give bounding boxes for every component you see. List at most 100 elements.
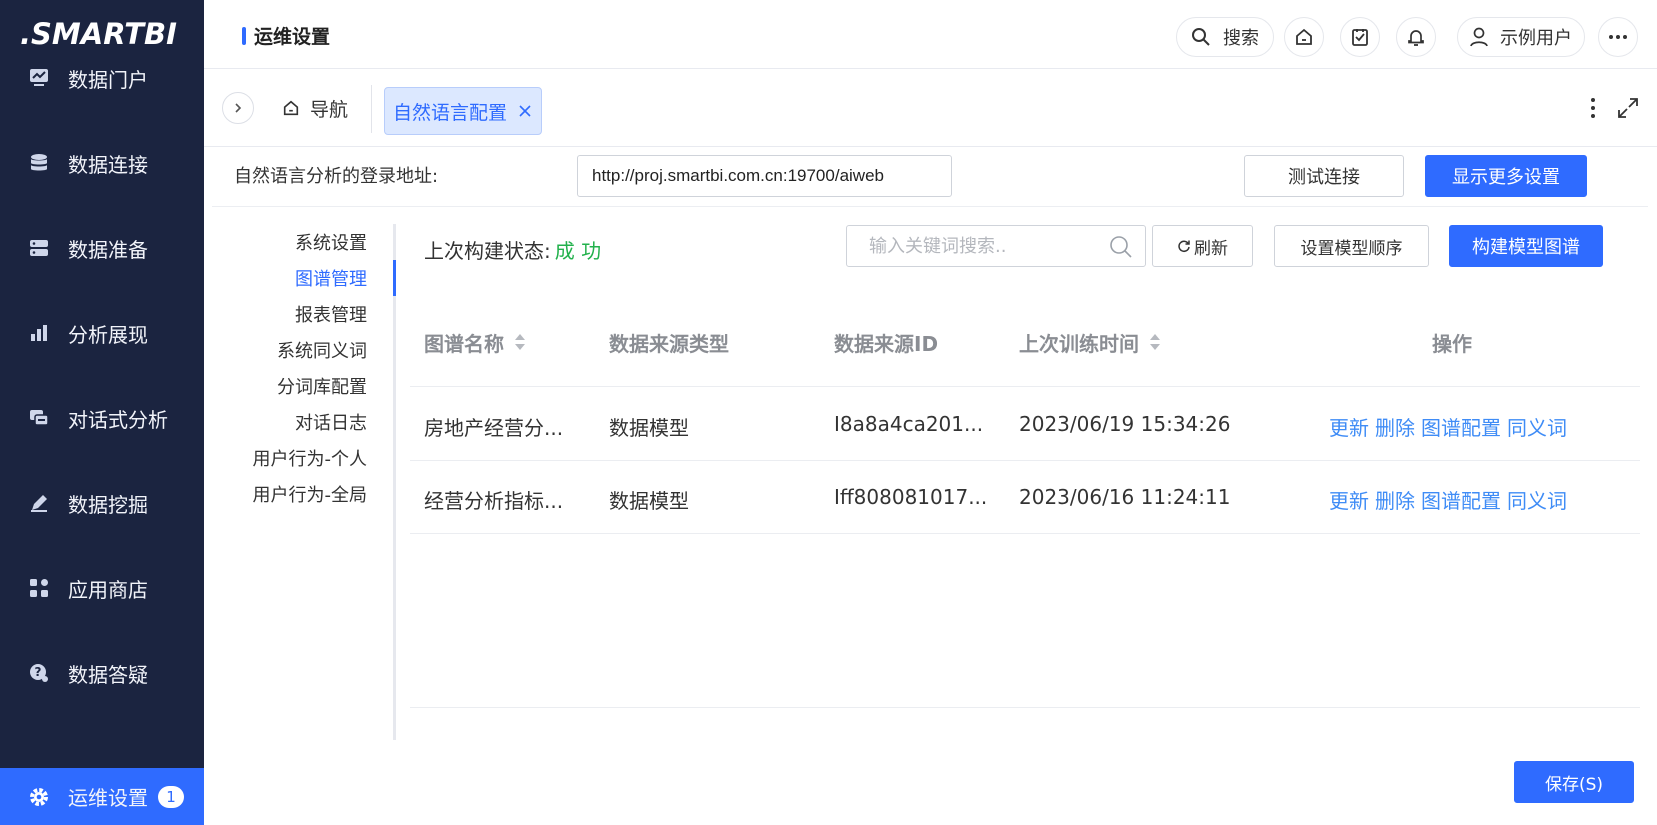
sort-icon[interactable]	[514, 333, 526, 351]
table-row-divider	[410, 460, 1640, 461]
cell-graph-name: 经营分析指标...	[424, 489, 564, 513]
home-icon	[282, 99, 300, 117]
keyword-search-input[interactable]	[869, 235, 1099, 257]
page-title: 运维设置	[242, 22, 330, 49]
top-header: 运维设置 搜索 示例用户	[204, 0, 1657, 69]
submenu-divider	[393, 224, 396, 740]
save-button[interactable]: 保存(S)	[1514, 761, 1634, 803]
delete-link[interactable]: 删除	[1375, 416, 1415, 440]
cell-last-train-time: 2023/06/16 11:24:11	[1019, 485, 1231, 509]
submenu-item-system-settings[interactable]: 系统设置	[295, 229, 367, 255]
sidebar-toggle-button[interactable]	[222, 92, 254, 124]
show-more-settings-button[interactable]: 显示更多设置	[1425, 155, 1587, 197]
col-header-source-id: 数据来源ID	[834, 331, 939, 356]
portal-chart-icon	[28, 67, 50, 89]
server-icon	[28, 237, 50, 259]
bar-chart-icon	[28, 322, 50, 344]
expand-icon	[1616, 96, 1640, 120]
refresh-button[interactable]: 刷新	[1152, 225, 1253, 267]
col-header-graph-name[interactable]: 图谱名称	[424, 302, 526, 382]
home-button[interactable]	[1284, 17, 1324, 57]
pen-icon	[28, 492, 50, 514]
submenu-item-system-synonyms[interactable]: 系统同义词	[277, 337, 367, 363]
sidebar-item-data-mining[interactable]: 数据挖掘	[0, 473, 204, 533]
cell-source-id: I8a8a4ca201...	[834, 412, 984, 436]
delete-link[interactable]: 删除	[1375, 489, 1415, 513]
build-model-graph-button[interactable]: 构建模型图谱	[1449, 225, 1603, 267]
sidebar-item-data-connection[interactable]: 数据连接	[0, 133, 204, 193]
sidebar-item-conversational[interactable]: 对话式分析	[0, 388, 204, 448]
submenu-item-dictionary-config[interactable]: 分词库配置	[277, 373, 367, 399]
update-link[interactable]: 更新	[1329, 489, 1369, 513]
notifications-button[interactable]	[1396, 17, 1436, 57]
table-row-divider	[410, 533, 1640, 534]
col-header-last-train-time[interactable]: 上次训练时间	[1019, 302, 1161, 382]
sidebar-item-app-store[interactable]: 应用商店	[0, 558, 204, 618]
row-actions: 更新 删除 图谱配置 同义词	[1329, 412, 1573, 441]
user-menu[interactable]: 示例用户	[1457, 17, 1585, 57]
tab-bar: 导航 自然语言配置	[204, 69, 1657, 147]
login-address-input[interactable]	[577, 155, 952, 197]
tab-more-button[interactable]	[1583, 93, 1603, 123]
col-header-source-type: 数据来源类型	[609, 331, 729, 356]
table-header-divider	[410, 386, 1640, 387]
table-bottom-divider	[410, 707, 1640, 708]
section-divider	[212, 206, 1648, 207]
tab-divider	[371, 85, 372, 133]
set-model-order-button[interactable]: 设置模型顺序	[1274, 225, 1429, 267]
keyword-search-box[interactable]	[846, 225, 1146, 267]
sort-icon[interactable]	[1149, 333, 1161, 351]
refresh-icon	[1177, 239, 1191, 253]
tasks-button[interactable]	[1340, 17, 1380, 57]
cell-graph-name: 房地产经营分...	[424, 416, 564, 440]
submenu-item-user-behavior-global[interactable]: 用户行为-全局	[253, 481, 368, 507]
sidebar-item-ops-settings[interactable]: 运维设置 1	[0, 768, 204, 825]
sidebar-item-data-qa[interactable]: ? 数据答疑	[0, 643, 204, 703]
synonyms-link[interactable]: 同义词	[1507, 489, 1567, 513]
question-icon: ?	[28, 662, 50, 684]
bell-icon	[1406, 27, 1426, 47]
sidebar-item-data-portal[interactable]: 数据门户	[0, 48, 204, 108]
row-actions: 更新 删除 图谱配置 同义词	[1329, 485, 1573, 514]
cell-source-type: 数据模型	[609, 416, 689, 440]
submenu-active-indicator	[393, 260, 396, 296]
apps-grid-icon	[28, 577, 50, 599]
database-icon	[28, 152, 50, 174]
tab-nl-config[interactable]: 自然语言配置	[384, 87, 542, 135]
more-vertical-icon	[1590, 97, 1596, 119]
test-connection-button[interactable]: 测试连接	[1244, 155, 1404, 197]
fullscreen-button[interactable]	[1616, 96, 1640, 120]
cell-source-type: 数据模型	[609, 489, 689, 513]
submenu-item-report-management[interactable]: 报表管理	[295, 301, 367, 327]
login-address-label: 自然语言分析的登录地址:	[234, 166, 439, 187]
submenu-item-user-behavior-personal[interactable]: 用户行为-个人	[253, 445, 368, 471]
tab-navigation[interactable]: 导航	[282, 90, 348, 126]
sidebar: .SMARTBI 数据门户 数据连接 数据准备 分析展现 对话式分析 数据挖掘	[0, 0, 204, 825]
home-icon	[1294, 27, 1314, 47]
update-link[interactable]: 更新	[1329, 416, 1369, 440]
chevron-right-icon	[233, 102, 243, 114]
task-check-icon	[1350, 27, 1370, 47]
header-search-button[interactable]: 搜索	[1176, 17, 1274, 57]
synonyms-link[interactable]: 同义词	[1507, 416, 1567, 440]
cell-source-id: Iff808081017...	[834, 485, 988, 509]
graph-config-link[interactable]: 图谱配置	[1421, 416, 1501, 440]
user-avatar-icon	[1468, 26, 1490, 48]
submenu-item-dialog-log[interactable]: 对话日志	[295, 409, 367, 435]
search-icon	[1191, 27, 1211, 47]
sidebar-item-analysis[interactable]: 分析展现	[0, 303, 204, 363]
submenu-item-graph-management[interactable]: 图谱管理	[295, 265, 367, 291]
gear-icon	[28, 786, 50, 808]
sidebar-item-data-prep[interactable]: 数据准备	[0, 218, 204, 278]
notification-badge: 1	[158, 785, 184, 808]
more-menu-button[interactable]	[1598, 17, 1638, 57]
title-accent-bar	[242, 26, 246, 45]
close-icon[interactable]	[519, 105, 531, 117]
more-horizontal-icon	[1608, 34, 1628, 40]
svg-text:?: ?	[35, 665, 42, 679]
search-icon[interactable]	[1109, 235, 1133, 263]
graph-config-link[interactable]: 图谱配置	[1421, 489, 1501, 513]
cell-last-train-time: 2023/06/19 15:34:26	[1019, 412, 1231, 436]
build-status: 上次构建状态: 成 功	[424, 239, 602, 263]
build-status-value: 成 功	[554, 239, 602, 263]
